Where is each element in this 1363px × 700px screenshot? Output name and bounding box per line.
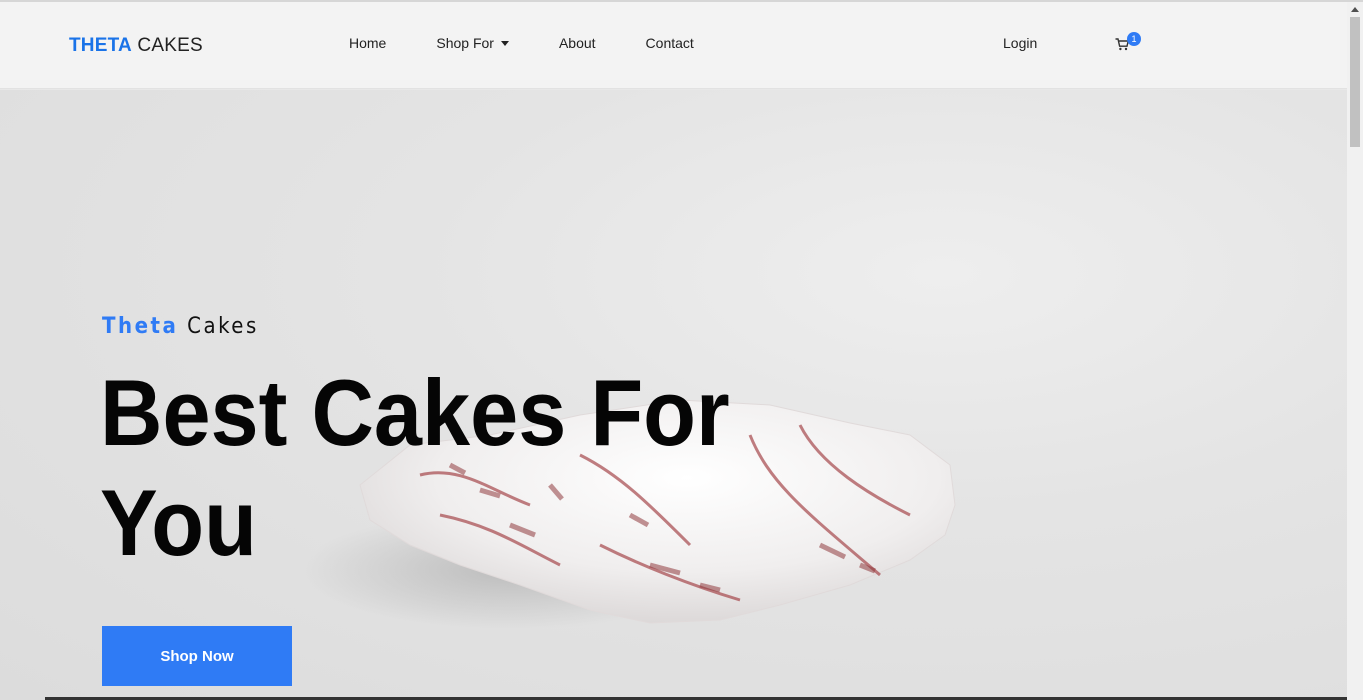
vertical-scrollbar[interactable] xyxy=(1347,2,1363,700)
main-nav: Home Shop For About Contact xyxy=(349,35,694,51)
caret-down-icon xyxy=(500,41,509,46)
nav-shop-for-label: Shop For xyxy=(436,35,494,51)
brand-rest: CAKES xyxy=(131,35,203,56)
nav-about[interactable]: About xyxy=(559,35,596,51)
brand-accent: THETA xyxy=(69,35,132,56)
hero-headline-line2: You xyxy=(100,470,257,575)
scrollbar-thumb[interactable] xyxy=(1350,17,1360,147)
shop-now-button[interactable]: Shop Now xyxy=(102,626,292,686)
hero-eyebrow: Theta Cakes xyxy=(102,314,259,339)
nav-home[interactable]: Home xyxy=(349,35,386,51)
brand-logo[interactable]: THETA CAKES xyxy=(69,35,203,57)
hero-section: Theta Cakes Best Cakes For You Shop Now xyxy=(0,90,1347,700)
hero-eyebrow-accent: Theta xyxy=(102,314,179,339)
cart-count-badge: 1 xyxy=(1127,32,1141,46)
login-link[interactable]: Login xyxy=(1003,35,1037,51)
hero-eyebrow-rest: Cakes xyxy=(178,314,259,339)
nav-contact[interactable]: Contact xyxy=(646,35,694,51)
navbar: THETA CAKES Home Shop For About Contact … xyxy=(0,2,1347,89)
scroll-up-arrow-icon[interactable] xyxy=(1351,7,1359,12)
nav-shop-for-dropdown[interactable]: Shop For xyxy=(436,35,509,51)
hero-headline-line1: Best Cakes For xyxy=(100,360,730,465)
hero-headline: Best Cakes For You xyxy=(100,358,744,578)
